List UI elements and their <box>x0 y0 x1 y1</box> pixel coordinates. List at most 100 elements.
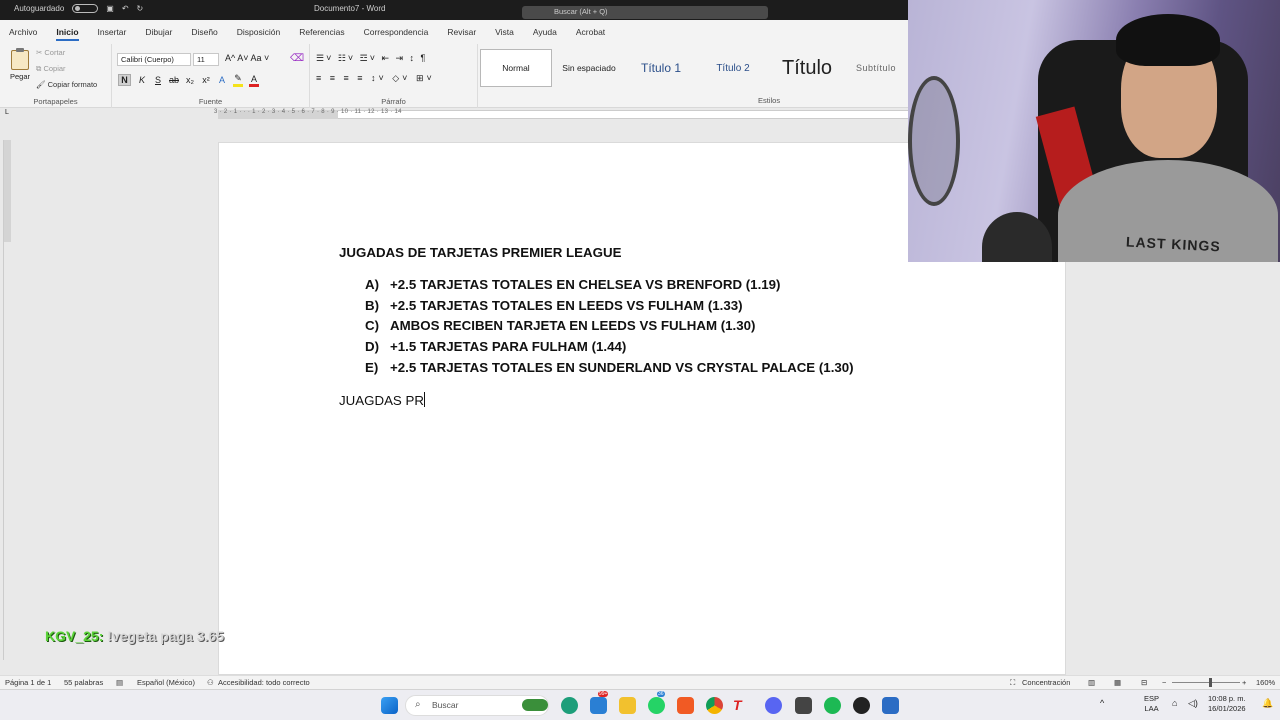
discord-icon[interactable] <box>765 697 782 714</box>
tray-chevron-icon[interactable]: ^ <box>1100 698 1104 708</box>
typing-line[interactable]: JUAGDAS PR <box>339 392 425 408</box>
ruler-numbers: 3 · 2 · 1 · · · 1 · 2 · 3 · 4 · 5 · 6 · … <box>214 109 402 115</box>
styles-group-label: Estilos <box>758 96 781 105</box>
title-bar: Autoguardado ▣ ↶ ↻ Documento7 - Word Bus… <box>0 0 908 20</box>
font-name-value: Calibri (Cuerpo) <box>121 55 174 64</box>
weather-widget-icon[interactable] <box>522 699 548 711</box>
italic-icon[interactable]: K <box>137 75 147 85</box>
style-normal[interactable]: Normal <box>480 49 552 87</box>
calculator-icon[interactable] <box>795 697 812 714</box>
bold-icon[interactable]: N <box>118 74 131 86</box>
word-count[interactable]: 55 palabras <box>64 678 103 687</box>
clipboard-group-label: Portapapeles <box>33 97 78 106</box>
save-icon[interactable]: ▣ <box>106 4 114 13</box>
zoom-level[interactable]: 160% <box>1256 678 1275 687</box>
style-heading1[interactable]: Título 1 <box>626 49 696 87</box>
zoom-slider[interactable] <box>1172 682 1240 683</box>
font-color-icon[interactable]: A <box>249 74 260 87</box>
taskbar-search-label: Buscar <box>432 700 459 710</box>
file-explorer-icon[interactable] <box>619 697 636 714</box>
style-subtitle[interactable]: Subtítulo <box>844 49 908 87</box>
brave-icon[interactable] <box>677 697 694 714</box>
list-item-text: AMBOS RECIBEN TARJETA EN LEEDS VS FULHAM… <box>390 318 756 334</box>
picks-list: A) +2.5 TARJETAS TOTALES EN CHELSEA VS BR… <box>365 277 854 380</box>
accessibility-status[interactable]: Accesibilidad: todo correcto <box>218 678 310 687</box>
tab-ayuda[interactable]: Ayuda <box>533 23 557 41</box>
font-name-select[interactable]: Calibri (Cuerpo) <box>117 53 191 66</box>
tab-vista[interactable]: Vista <box>495 23 514 41</box>
undo-icon[interactable]: ↶ <box>122 4 129 13</box>
clock[interactable]: 10:08 p. m. 16/01/2026 <box>1208 694 1246 714</box>
zoom-slider-thumb[interactable] <box>1209 678 1212 687</box>
chrome-icon[interactable] <box>706 697 723 714</box>
styles-gallery: Normal Sin espaciado Título 1 Título 2 T… <box>480 48 908 88</box>
highlight-icon[interactable]: ✎ <box>233 73 244 87</box>
network-icon[interactable]: ⌂ <box>1172 698 1177 708</box>
redo-icon[interactable]: ↻ <box>137 4 144 13</box>
focus-icon[interactable]: ⛶ <box>1010 678 1015 688</box>
typora-icon[interactable]: T <box>733 697 750 714</box>
lang-layout: LAA <box>1144 704 1159 713</box>
tab-dibujar[interactable]: Dibujar <box>145 23 172 41</box>
tab-revisar[interactable]: Revisar <box>447 23 476 41</box>
focus-mode[interactable]: Concentración <box>1022 678 1070 687</box>
cut-button[interactable]: ✂ Cortar <box>36 48 65 57</box>
underline-icon[interactable]: S <box>153 75 163 85</box>
edge-icon[interactable] <box>561 697 578 714</box>
vertical-ruler[interactable] <box>3 140 11 660</box>
zoom-out-icon[interactable]: − <box>1162 678 1166 687</box>
notifications-icon[interactable]: 🔔 <box>1262 698 1273 708</box>
format-painter-button[interactable]: 🖌 Copiar formato <box>36 80 97 89</box>
strikethrough-icon[interactable]: ab <box>169 75 179 85</box>
subscript-icon[interactable]: x₂ <box>185 75 195 85</box>
style-heading2[interactable]: Título 2 <box>696 49 770 87</box>
search-box[interactable]: Buscar (Alt + Q) <box>522 6 768 19</box>
mail-icon[interactable]: 99+ <box>590 691 609 714</box>
tab-correspondencia[interactable]: Correspondencia <box>364 23 429 41</box>
tab-stop-icon[interactable]: L <box>5 109 9 116</box>
paste-button[interactable]: Pegar <box>8 48 32 81</box>
spotify-icon[interactable] <box>824 697 841 714</box>
autosave-toggle[interactable] <box>72 4 99 13</box>
read-mode-icon[interactable]: ▥ <box>1088 678 1095 687</box>
tab-referencias[interactable]: Referencias <box>299 23 344 41</box>
font-format-row: N K S ab x₂ x² A ✎ A <box>118 73 260 87</box>
whatsapp-icon[interactable]: 36 <box>648 691 665 714</box>
input-language[interactable]: ESP LAA <box>1144 694 1159 714</box>
tab-inicio[interactable]: Inicio <box>56 23 79 41</box>
page-count[interactable]: Página 1 de 1 <box>5 678 51 687</box>
grow-font-icon[interactable]: A^ A˅ Aa ˅ <box>225 53 269 63</box>
style-title[interactable]: Título <box>770 49 844 87</box>
style-no-spacing[interactable]: Sin espaciado <box>552 49 626 87</box>
start-icon[interactable] <box>381 697 398 714</box>
zoom-in-icon[interactable]: + <box>1242 678 1246 687</box>
format-painter-label: Copiar formato <box>47 80 98 89</box>
word-icon[interactable] <box>882 697 899 714</box>
superscript-icon[interactable]: x² <box>201 75 211 85</box>
vertical-ruler-margin <box>4 140 11 242</box>
volume-icon[interactable]: ◁) <box>1188 698 1198 708</box>
list-item: B) +2.5 TARJETAS TOTALES EN LEEDS VS FULH… <box>365 298 854 319</box>
web-layout-icon[interactable]: ⊟ <box>1141 678 1147 687</box>
print-layout-icon[interactable]: ▦ <box>1114 678 1121 687</box>
tab-diseno[interactable]: Diseño <box>191 23 217 41</box>
horizontal-ruler[interactable]: L 3 · 2 · 1 · · · 1 · 2 · 3 · 4 · 5 · 6 … <box>0 108 908 120</box>
text-effects-icon[interactable]: A <box>217 75 227 85</box>
accessibility-icon[interactable]: ⚇ <box>207 678 214 687</box>
tab-insertar[interactable]: Insertar <box>98 23 127 41</box>
tab-disposicion[interactable]: Disposición <box>237 23 280 41</box>
tab-archivo[interactable]: Archivo <box>9 23 37 41</box>
proofing-icon[interactable]: ▤ <box>116 678 123 687</box>
document-heading: JUGADAS DE TARJETAS PREMIER LEAGUE <box>339 245 622 260</box>
language-status[interactable]: Español (México) <box>137 678 195 687</box>
obs-icon[interactable] <box>853 697 870 714</box>
text-caret <box>423 392 425 407</box>
list-icons[interactable]: ☰˅ ☷˅ ☲˅ ⇤ ⇥ ↕ ¶ <box>316 53 427 64</box>
tab-acrobat[interactable]: Acrobat <box>576 23 605 41</box>
align-icons[interactable]: ≡ ≡ ≡ ≡ ↕˅ ◇˅ ⊞˅ <box>316 73 435 84</box>
copy-button[interactable]: ⧉ Copiar <box>36 64 66 74</box>
list-item-text: +1.5 TARJETAS PARA FULHAM (1.44) <box>390 339 627 355</box>
font-size-select[interactable]: 11 <box>193 53 219 66</box>
chat-overlay: KGV_25: !vegeta paga 3.65 <box>45 628 224 644</box>
clear-format-icon[interactable]: ⌫ <box>290 53 304 64</box>
